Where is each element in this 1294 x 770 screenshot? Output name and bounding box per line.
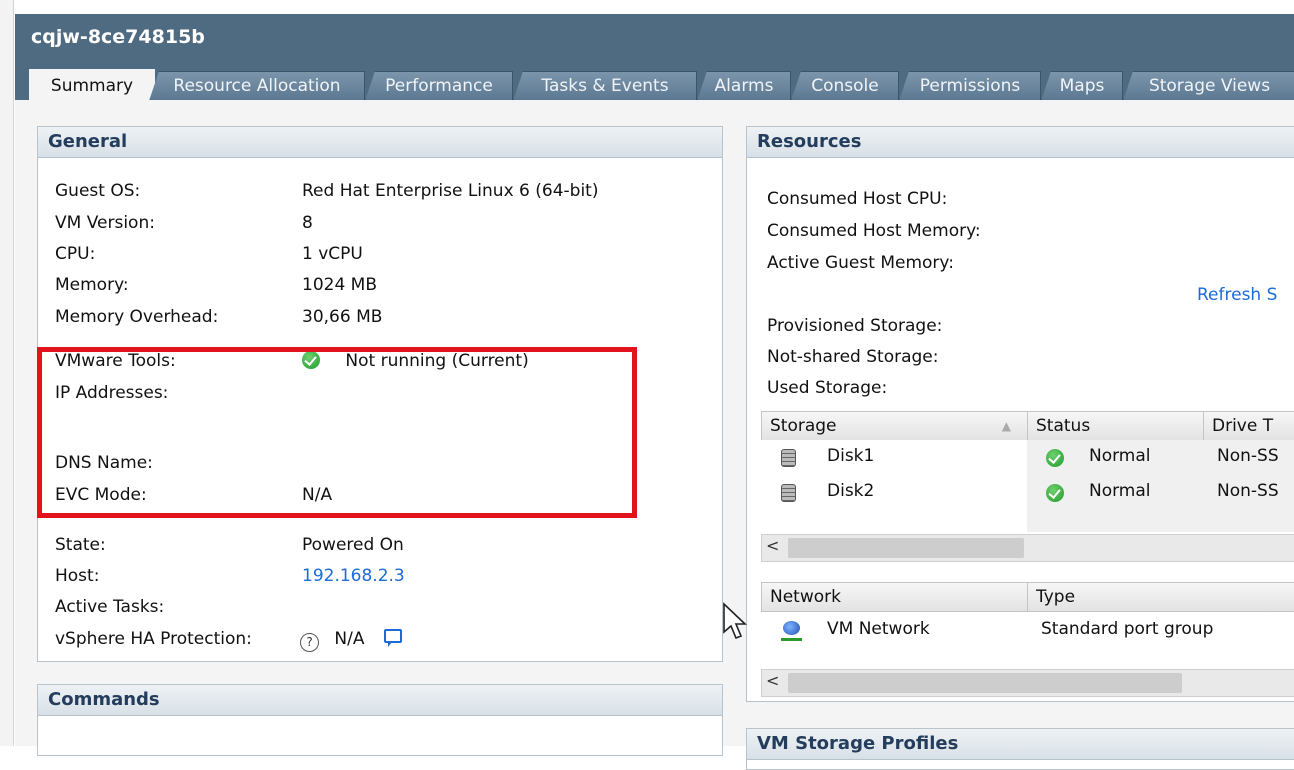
storage-table-body: Disk1 Normal Non-SS Disk2 Normal Non-SS bbox=[761, 440, 1294, 532]
not-shared-storage-label: Not-shared Storage: bbox=[767, 347, 939, 367]
storage-table-scrollbar[interactable]: < bbox=[761, 534, 1294, 562]
storage-drive-type: Non-SS bbox=[1217, 446, 1279, 466]
memory-overhead-value: 30,66 MB bbox=[302, 307, 383, 327]
tab-tasks-events[interactable]: Tasks & Events bbox=[513, 71, 697, 101]
type-column-header[interactable]: Type bbox=[1028, 583, 1294, 611]
left-edge bbox=[0, 0, 14, 746]
state-label: State: bbox=[55, 535, 106, 555]
tab-resource-allocation[interactable]: Resource Allocation bbox=[149, 71, 365, 101]
vm-version-label: VM Version: bbox=[55, 213, 155, 233]
tab-alarms[interactable]: Alarms bbox=[697, 71, 791, 101]
scrollbar-thumb[interactable] bbox=[788, 538, 1024, 558]
tab-performance[interactable]: Performance bbox=[365, 71, 513, 101]
guest-os-value: Red Hat Enterprise Linux 6 (64-bit) bbox=[302, 181, 599, 201]
drive-type-column-header[interactable]: Drive T bbox=[1204, 412, 1294, 440]
network-table-header: Network Type bbox=[761, 582, 1294, 612]
consumed-cpu-label: Consumed Host CPU: bbox=[767, 189, 948, 209]
used-storage-label: Used Storage: bbox=[767, 378, 888, 398]
commands-header: Commands bbox=[38, 685, 722, 716]
window-titlebar: cqjw-8ce74815b bbox=[15, 14, 1294, 60]
network-column-header[interactable]: Network bbox=[762, 583, 1028, 611]
guest-os-label: Guest OS: bbox=[55, 181, 141, 201]
general-header: General bbox=[38, 127, 722, 158]
status-column-header[interactable]: Status bbox=[1028, 412, 1204, 440]
vm-storage-profiles-panel: VM Storage Profiles bbox=[746, 728, 1294, 770]
refresh-link[interactable]: Refresh S bbox=[1197, 285, 1277, 305]
cpu-label: CPU: bbox=[55, 244, 96, 264]
sort-asc-icon: ▲ bbox=[1001, 419, 1011, 433]
host-label: Host: bbox=[55, 566, 100, 586]
tab-storage-views[interactable]: Storage Views bbox=[1123, 71, 1294, 101]
network-table-scrollbar[interactable]: < bbox=[761, 669, 1294, 697]
tab-strip: Summary Resource Allocation Performance … bbox=[15, 60, 1294, 101]
resources-panel: Resources Consumed Host CPU: Consumed Ho… bbox=[746, 126, 1294, 702]
scroll-left-icon[interactable]: < bbox=[766, 536, 779, 555]
table-row[interactable]: VM Network Standard port group bbox=[761, 617, 1294, 647]
storage-table-header: Storage ▲ Status Drive T bbox=[761, 411, 1294, 441]
ok-check-icon bbox=[1046, 484, 1064, 502]
tab-maps[interactable]: Maps bbox=[1041, 71, 1123, 101]
mouse-cursor-icon bbox=[723, 602, 747, 640]
ha-protection-label: vSphere HA Protection: bbox=[55, 629, 252, 649]
resources-header: Resources bbox=[747, 127, 1294, 158]
storage-name: Disk2 bbox=[827, 481, 875, 501]
storage-column-header[interactable]: Storage ▲ bbox=[762, 412, 1028, 440]
storage-status: Normal bbox=[1089, 446, 1151, 466]
highlight-annotation-box bbox=[37, 347, 637, 518]
network-type: Standard port group bbox=[1041, 619, 1214, 639]
disk-icon bbox=[781, 484, 796, 502]
cpu-value: 1 vCPU bbox=[302, 244, 363, 264]
tab-permissions[interactable]: Permissions bbox=[899, 71, 1041, 101]
active-tasks-label: Active Tasks: bbox=[55, 597, 165, 617]
vm-storage-profiles-header: VM Storage Profiles bbox=[747, 729, 1294, 760]
host-link[interactable]: 192.168.2.3 bbox=[302, 566, 405, 586]
ha-protection-value: N/A bbox=[334, 629, 365, 649]
help-question-icon[interactable]: ? bbox=[300, 633, 319, 652]
commands-panel: Commands bbox=[37, 684, 723, 756]
window-title: cqjw-8ce74815b bbox=[31, 26, 205, 48]
network-icon bbox=[781, 621, 802, 641]
ok-check-icon bbox=[1046, 449, 1064, 467]
scrollbar-thumb[interactable] bbox=[788, 673, 1182, 693]
state-value: Powered On bbox=[302, 535, 404, 555]
storage-status: Normal bbox=[1089, 481, 1151, 501]
table-row[interactable]: Disk1 Normal Non-SS bbox=[761, 446, 1294, 476]
comment-bubble-icon[interactable] bbox=[383, 629, 402, 647]
network-name: VM Network bbox=[827, 619, 930, 639]
scroll-left-icon[interactable]: < bbox=[766, 671, 779, 690]
vm-version-value: 8 bbox=[302, 213, 313, 233]
memory-value: 1024 MB bbox=[302, 275, 377, 295]
active-guest-memory-label: Active Guest Memory: bbox=[767, 253, 954, 273]
table-row[interactable]: Disk2 Normal Non-SS bbox=[761, 481, 1294, 511]
memory-label: Memory: bbox=[55, 275, 129, 295]
storage-drive-type: Non-SS bbox=[1217, 481, 1279, 501]
tab-summary[interactable]: Summary bbox=[29, 69, 155, 101]
disk-icon bbox=[781, 449, 796, 467]
tab-console[interactable]: Console bbox=[791, 71, 899, 101]
storage-column-label: Storage bbox=[770, 416, 837, 436]
ha-protection-status: ? N/A bbox=[300, 629, 402, 652]
storage-name: Disk1 bbox=[827, 446, 875, 466]
consumed-memory-label: Consumed Host Memory: bbox=[767, 221, 981, 241]
provisioned-storage-label: Provisioned Storage: bbox=[767, 316, 943, 336]
memory-overhead-label: Memory Overhead: bbox=[55, 307, 219, 327]
